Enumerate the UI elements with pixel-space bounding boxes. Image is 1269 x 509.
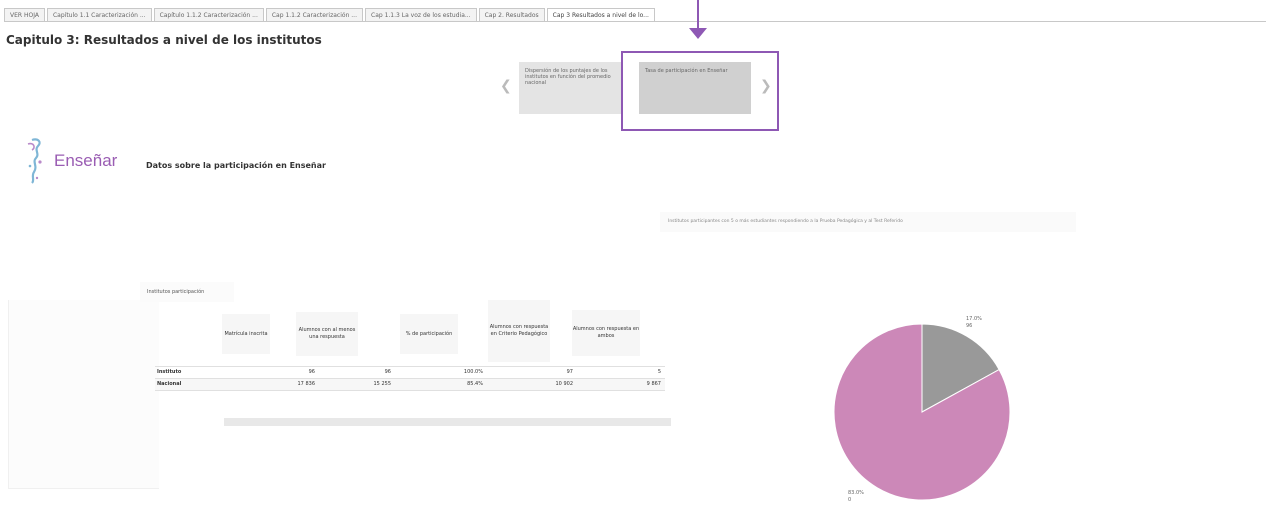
column-header: Alumnos con respuesta en Criterio Pedagó…	[488, 300, 550, 362]
table-cell: 17 836	[297, 381, 316, 387]
carousel-card-dispersion[interactable]: Dispersión de los puntajes de los instit…	[519, 62, 622, 114]
table-caption: Institutos participación	[140, 282, 234, 302]
table-cell: 10 902	[555, 381, 574, 387]
chevron-left-icon[interactable]: ❮	[500, 78, 512, 94]
column-header: Alumnos con respuesta en ambos	[572, 310, 640, 356]
table-cell: 5	[657, 369, 661, 375]
pie-label-count: 96	[966, 323, 973, 329]
table-cell: 96	[308, 369, 315, 375]
table-cell: 15 255	[373, 381, 392, 387]
tab-cap-3[interactable]: Cap 3 Resultados a nivel de lo...	[546, 8, 655, 21]
page-title: Capitulo 3: Resultados a nivel de los in…	[6, 33, 322, 47]
participation-pie-chart	[833, 323, 1011, 501]
tab-cap-1-1-2a[interactable]: Capítulo 1.1.2 Caracterización ...	[153, 8, 264, 21]
tab-ver-hoja[interactable]: VER HOJA	[4, 8, 45, 21]
table-cell: 85.4%	[467, 381, 483, 387]
row-label: Nacional	[157, 381, 182, 387]
pie-label-gray: 17.0% 96	[966, 316, 982, 330]
logo-text: Enseñar	[54, 151, 118, 170]
tab-cap-2[interactable]: Cap 2. Resultados	[478, 8, 545, 21]
annotation-arrow-line	[697, 0, 699, 30]
column-header: Alumnos con al menos una respuesta	[296, 312, 358, 356]
table-cell: 97	[566, 369, 573, 375]
table-row: Nacional 17 836 15 255 85.4% 10 902 9 86…	[155, 378, 665, 391]
table-cell: 96	[384, 369, 391, 375]
annotation-highlight-box	[621, 51, 779, 131]
carousel-card-label: Dispersión de los puntajes de los instit…	[525, 68, 611, 86]
annotation-arrow-head	[689, 28, 707, 39]
pie-label-pink: 83.0% 0	[848, 490, 864, 504]
section-title: Datos sobre la participación en Enseñar	[146, 161, 326, 170]
tab-cap-1-1[interactable]: Capítulo 1.1 Caracterización ...	[46, 8, 152, 21]
row-label: Instituto	[157, 369, 182, 375]
tab-cap-1-1-2b[interactable]: Cap 1.1.2 Caracterización ...	[265, 8, 363, 21]
table-cell: 9 867	[646, 381, 661, 387]
pie-subtitle: Institutos participantes con 5 o más est…	[660, 212, 1076, 232]
tab-cap-1-1-3[interactable]: Cap 1.1.3 La voz de los estudia...	[365, 8, 477, 21]
table-cell: 100.0%	[463, 369, 483, 375]
pie-label-count: 0	[848, 497, 852, 503]
column-header: Matrícula inscrita	[222, 314, 270, 354]
ensenar-logo-icon	[27, 138, 42, 184]
pie-label-percent: 83.0%	[848, 490, 864, 496]
sheet-tabs: VER HOJA Capítulo 1.1 Caracterización ..…	[4, 8, 1266, 22]
pie-label-percent: 17.0%	[966, 316, 982, 322]
table-frame	[8, 300, 159, 489]
column-header: % de participación	[400, 314, 458, 354]
table-row: Instituto 96 96 100.0% 97 5	[155, 366, 665, 378]
horizontal-scrollbar[interactable]	[224, 418, 671, 426]
